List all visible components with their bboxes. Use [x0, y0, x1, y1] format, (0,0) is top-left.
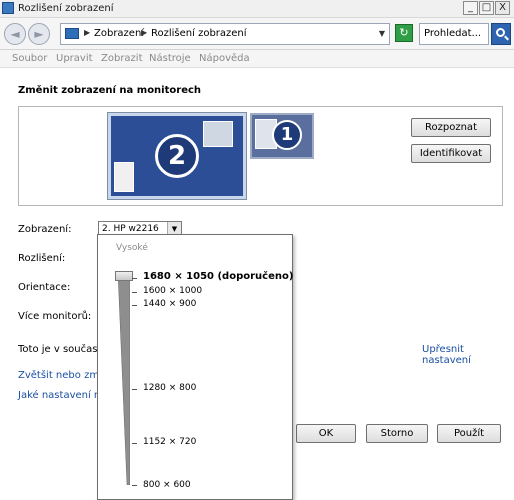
breadcrumb[interactable]: ▶ Zobrazení ▶ Rozlišení zobrazení ▼ — [60, 23, 390, 45]
orientation-label: Orientace: — [18, 282, 71, 293]
cancel-button[interactable]: Storno — [366, 424, 428, 443]
forward-button[interactable]: ► — [28, 23, 50, 45]
address-dropdown-icon[interactable]: ▼ — [379, 29, 385, 38]
slider-tick — [132, 278, 137, 279]
resolution-option[interactable]: 1680 × 1050 (doporučeno) — [143, 271, 293, 282]
monitor-number: 2 — [155, 134, 199, 178]
resolution-option[interactable]: 1152 × 720 — [143, 437, 196, 447]
minimize-button[interactable]: _ — [463, 1, 478, 15]
resolution-slider-track[interactable] — [118, 273, 130, 485]
resolution-slider-thumb[interactable] — [115, 271, 133, 281]
ok-button[interactable]: OK — [296, 424, 356, 443]
monitor-1[interactable]: 1 — [250, 113, 314, 159]
monitor-number: 1 — [272, 120, 302, 150]
menu-item-file[interactable]: Soubor — [12, 53, 47, 64]
resolution-slider-popup: Vysoké 1680 × 1050 (doporučeno) 1600 × 1… — [97, 234, 293, 500]
menu-item-edit[interactable]: Upravit — [56, 53, 93, 64]
breadcrumb-arrow-icon[interactable]: ▶ — [84, 28, 90, 37]
high-label: Vysoké — [116, 243, 148, 253]
display-select-value: 2. HP w2216 — [102, 224, 159, 234]
slider-tick — [132, 292, 137, 293]
menu-item-view[interactable]: Zobrazit — [101, 53, 143, 64]
slider-tick — [132, 443, 137, 444]
slider-tick — [132, 305, 137, 306]
monitor-arrangement: 2 1 Rozpoznat Identifikovat — [18, 106, 503, 206]
apply-button[interactable]: Použít — [437, 424, 501, 443]
window-title: Rozlišení zobrazení — [18, 3, 114, 14]
close-button[interactable]: X — [495, 1, 510, 15]
title-bar: Rozlišení zobrazení _ □ X — [0, 0, 514, 18]
detect-button[interactable]: Rozpoznat — [411, 118, 491, 137]
address-bar: ◄ ► ▶ Zobrazení ▶ Rozlišení zobrazení ▼ … — [0, 18, 514, 50]
monitor-thumbnail — [114, 162, 134, 192]
identify-button[interactable]: Identifikovat — [411, 144, 491, 163]
refresh-icon[interactable]: ↻ — [395, 24, 413, 42]
monitor-thumbnail — [203, 121, 233, 147]
resolution-option[interactable]: 1280 × 800 — [143, 383, 196, 393]
slider-tick — [132, 389, 137, 390]
resolution-option[interactable]: 1440 × 900 — [143, 299, 196, 309]
multiple-monitors-label: Více monitorů: — [18, 311, 92, 322]
back-button[interactable]: ◄ — [4, 23, 26, 45]
resolution-option[interactable]: 800 × 600 — [143, 480, 191, 490]
resolution-option[interactable]: 1600 × 1000 — [143, 286, 202, 296]
breadcrumb-item-resolution[interactable]: Rozlišení zobrazení — [151, 28, 247, 39]
slider-tick — [132, 485, 137, 486]
display-app-icon — [2, 2, 14, 14]
page-title: Změnit zobrazení na monitorech — [18, 85, 202, 96]
monitor-2[interactable]: 2 — [108, 113, 246, 199]
menu-item-tools[interactable]: Nástroje — [149, 53, 191, 64]
menu-bar: Soubor Upravit Zobrazit Nástroje Nápověd… — [0, 50, 514, 68]
menu-item-help[interactable]: Nápověda — [199, 53, 250, 64]
maximize-button[interactable]: □ — [479, 1, 494, 15]
breadcrumb-item-display[interactable]: Zobrazení — [94, 28, 144, 39]
resolution-label: Rozlišení: — [18, 253, 66, 264]
control-panel-icon — [65, 28, 79, 39]
breadcrumb-arrow-icon[interactable]: ▶ — [141, 28, 147, 37]
display-label: Zobrazení: — [18, 224, 72, 235]
search-input[interactable]: Prohledat... — [419, 23, 489, 45]
search-icon[interactable] — [491, 23, 511, 45]
advanced-settings-link[interactable]: Upřesnit nastavení — [422, 344, 514, 366]
